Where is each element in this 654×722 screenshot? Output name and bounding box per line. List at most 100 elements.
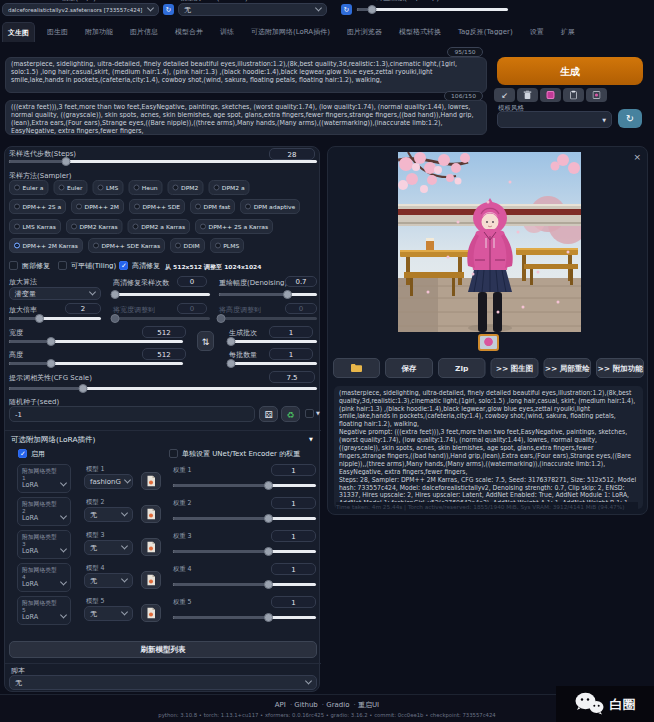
tab[interactable]: 模型合并 (170, 22, 208, 42)
checkpoint-dropdown[interactable]: dalceforealistictallyv2.safetensors [733… (2, 3, 159, 16)
swap-dimensions-button[interactable]: ⇅ (197, 331, 214, 351)
lora-weight-slider[interactable] (173, 550, 316, 553)
clear-prompt-button[interactable] (517, 88, 538, 102)
hires-fix-checkbox[interactable]: 高清修复 (119, 261, 160, 270)
tab[interactable]: 设置 (525, 22, 549, 42)
footer-link[interactable]: API (275, 700, 286, 709)
height-slider[interactable] (9, 362, 183, 365)
hires-steps-slider[interactable] (113, 293, 210, 296)
batch-count-value[interactable]: 1 (269, 326, 313, 338)
paste-params-button[interactable]: ↙ (494, 88, 515, 102)
lora-file-button[interactable] (141, 505, 161, 523)
lora-model-dropdown[interactable]: 无 (84, 606, 133, 621)
random-seed-button[interactable]: ⚄ (259, 406, 278, 422)
sampler-option[interactable]: Heun (128, 180, 162, 195)
generated-image[interactable] (398, 152, 581, 332)
lora-type-dropdown[interactable]: 附加网络类型 2 LoRA (17, 497, 71, 526)
lora-weight-slider[interactable] (173, 583, 316, 586)
lora-weight-value[interactable]: 1 (271, 596, 316, 608)
denoise-slider[interactable] (219, 293, 317, 296)
refresh-models-button[interactable]: 刷新模型列表 (9, 641, 317, 658)
sampler-option[interactable]: DPM2 (168, 180, 204, 195)
sampler-option[interactable]: DPM2 a (208, 180, 249, 195)
lora-model-dropdown[interactable]: 无 (84, 573, 133, 588)
tab[interactable]: 训练 (215, 22, 239, 42)
lora-weight-value[interactable]: 1 (271, 563, 316, 575)
lora-type-dropdown[interactable]: 附加网络类型 5 LoRA (17, 596, 71, 625)
lora-header[interactable]: 可选附加网络(LoRA插件) (11, 435, 96, 445)
sampler-option[interactable]: DDIM (170, 238, 205, 253)
gallery-action-button[interactable]: 保存 (385, 358, 433, 378)
footer-link[interactable]: 重启UI (354, 700, 380, 709)
sampler-option[interactable]: DPM2 a Karras (128, 219, 190, 234)
tiling-checkbox[interactable]: 可平铺(Tiling) (58, 261, 116, 270)
lora-weight-slider[interactable] (173, 484, 316, 487)
sampler-option[interactable]: DPM++ SDE Karras (88, 238, 165, 253)
gallery-action-button[interactable]: >> 附加功能 (596, 358, 644, 378)
tab[interactable]: 附加功能 (80, 22, 118, 42)
sampler-option[interactable]: DPM++ 2S a (9, 199, 66, 214)
lora-file-button[interactable] (141, 472, 161, 490)
open-folder-button[interactable] (333, 358, 380, 378)
extra-networks-button[interactable] (540, 88, 561, 102)
gallery-thumbnail[interactable] (478, 334, 499, 351)
width-slider[interactable] (9, 340, 183, 343)
negative-prompt-input[interactable]: (((extra feet))),3 feet,more than two fe… (5, 100, 487, 135)
lora-enable-checkbox[interactable]: 启用 (18, 449, 45, 458)
upscale-by-slider[interactable] (9, 317, 101, 320)
sampler-option[interactable]: DPM++ SDE (129, 199, 185, 214)
prompt-input[interactable]: (masterpiece, sidelighting, ultra-detail… (5, 57, 487, 93)
lora-separate-weights-checkbox[interactable]: 单独设置 UNet/Text Encoder 的权重 (169, 449, 300, 458)
tab[interactable]: 图片浏览器 (342, 22, 387, 42)
refresh-vae-button[interactable]: ↻ (341, 4, 352, 15)
lora-weight-slider[interactable] (173, 517, 316, 520)
sampler-option[interactable]: DPM fast (190, 199, 235, 214)
lora-weight-value[interactable]: 1 (271, 497, 316, 509)
gallery-action-button[interactable]: >> 图生图 (491, 358, 539, 378)
lora-model-dropdown[interactable]: 无 (84, 540, 133, 555)
lora-type-dropdown[interactable]: 附加网络类型 4 LoRA (17, 563, 71, 592)
seed-extra-checkbox[interactable] (305, 409, 314, 418)
lora-model-dropdown[interactable]: 无 (84, 507, 133, 522)
sampler-option[interactable]: DPM++ 2M Karras (9, 238, 83, 253)
cfg-value[interactable]: 7.5 (269, 371, 315, 383)
refresh-styles-button[interactable]: ↻ (618, 109, 642, 128)
gallery-action-button[interactable]: Zip (438, 358, 486, 378)
footer-link[interactable]: Github (290, 700, 318, 709)
lora-collapse-caret-icon[interactable]: ▼ (309, 436, 313, 442)
seed-input[interactable]: -1 (9, 406, 255, 422)
lora-weight-slider[interactable] (173, 616, 316, 619)
script-dropdown[interactable]: 无 (9, 675, 317, 690)
seed-extra-caret-icon[interactable]: ▼ (316, 410, 320, 416)
refresh-checkpoint-button[interactable]: ↻ (163, 4, 174, 15)
sampler-option[interactable]: Euler (54, 180, 88, 195)
tab[interactable]: 扩展 (556, 22, 580, 42)
upscale-by-value[interactable]: 2 (65, 303, 101, 314)
cfg-slider[interactable] (9, 387, 317, 390)
batch-count-slider[interactable] (229, 340, 317, 343)
lora-weight-value[interactable]: 1 (271, 530, 316, 542)
lora-weight-value[interactable]: 1 (271, 464, 316, 476)
style-dropdown[interactable]: ▼ (497, 111, 612, 128)
sampler-option[interactable]: DPM++ 2S a Karras (195, 219, 273, 234)
lora-model-dropdown[interactable]: fashionG (84, 474, 133, 489)
sampler-option[interactable]: DPM2 Karras (66, 219, 123, 234)
save-style-button[interactable] (586, 88, 607, 102)
clip-skip-slider[interactable] (357, 8, 508, 11)
generate-button[interactable]: 生成 (497, 57, 643, 85)
sampler-option[interactable]: Euler a (9, 180, 49, 195)
denoise-value[interactable]: 0.7 (285, 276, 317, 287)
lora-type-dropdown[interactable]: 附加网络类型 3 LoRA (17, 530, 71, 559)
tab[interactable]: 图片信息 (125, 22, 163, 42)
batch-size-value[interactable]: 1 (269, 348, 313, 360)
sampler-option[interactable]: DPM++ 2M (71, 199, 124, 214)
tab[interactable]: 可选附加网络(LoRA插件) (246, 22, 335, 42)
lora-file-button[interactable] (141, 604, 161, 622)
lora-file-button[interactable] (141, 538, 161, 556)
footer-link[interactable]: Gradio (322, 700, 350, 709)
sampler-option[interactable]: LMS (92, 180, 123, 195)
upscaler-dropdown[interactable]: 潜变量 (9, 287, 101, 300)
batch-size-slider[interactable] (229, 362, 317, 365)
gallery-action-button[interactable]: >> 局部重绘 (543, 358, 591, 378)
lora-type-dropdown[interactable]: 附加网络类型 1 LoRA (17, 464, 71, 493)
